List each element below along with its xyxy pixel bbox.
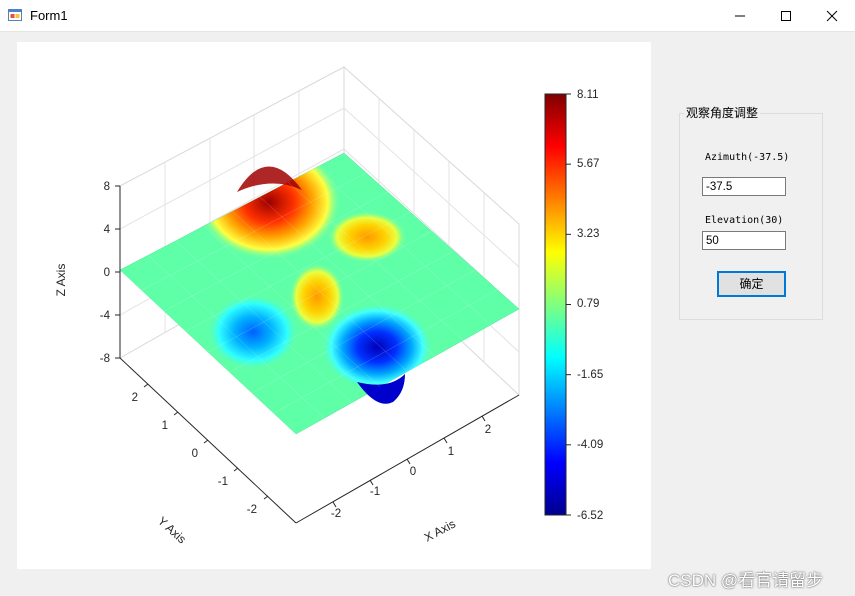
x-tick-label: 0 — [410, 466, 416, 478]
colorbar — [544, 93, 567, 516]
z-axis-title: Z Axis — [54, 264, 68, 297]
z-tick-label: 0 — [104, 267, 110, 279]
maximize-icon — [781, 11, 791, 21]
title-bar: Form1 — [0, 0, 855, 32]
close-button[interactable] — [809, 0, 855, 31]
x-tick-label: 1 — [448, 446, 454, 458]
x-tick-label: 2 — [485, 424, 491, 436]
x-tick-label: -2 — [331, 508, 341, 520]
watermark: CSDN @看官请留步 — [668, 571, 824, 590]
z-tick-label: -8 — [100, 353, 110, 365]
colorbar-tick-label: -4.09 — [577, 439, 603, 451]
y-tick-label: -2 — [247, 504, 257, 516]
colorbar-ticks — [566, 93, 571, 516]
close-icon — [826, 10, 838, 22]
surface-chart-svg: 8 4 0 -4 -8 Z Axis 2 1 0 -1 -2 Y Axis -2… — [54, 65, 603, 547]
maximize-button[interactable] — [763, 0, 809, 31]
elevation-label: Elevation(30) — [705, 215, 784, 226]
minimize-icon — [735, 15, 745, 17]
y-ticks — [143, 383, 269, 500]
z-tick-label: -4 — [100, 310, 111, 322]
app-icon — [8, 9, 22, 21]
colorbar-tick-label: 3.23 — [577, 228, 599, 240]
groupbox-title: 观察角度调整 — [684, 104, 761, 121]
surface-plot: 8 4 0 -4 -8 Z Axis 2 1 0 -1 -2 Y Axis -2… — [17, 42, 651, 569]
z-tick-label: 4 — [104, 224, 111, 236]
colorbar-tick-label: 8.11 — [577, 89, 599, 101]
azimuth-label: Azimuth(-37.5) — [705, 152, 790, 163]
confirm-button[interactable]: 确定 — [717, 271, 786, 297]
colorbar-tick-label: -1.65 — [577, 369, 603, 381]
window-title: Form1 — [30, 8, 68, 23]
azimuth-input[interactable]: -37.5 — [702, 177, 786, 196]
colorbar-tick-label: -6.52 — [577, 510, 603, 522]
y-tick-label: 2 — [132, 392, 138, 404]
colorbar-tick-label: 5.67 — [577, 158, 599, 170]
x-tick-label: -1 — [370, 486, 380, 498]
x-ticks — [332, 415, 486, 508]
y-tick-label: -1 — [218, 476, 228, 488]
y-tick-label: 0 — [192, 448, 198, 460]
y-tick-label: 1 — [162, 420, 168, 432]
colorbar-tick-label: 0.79 — [577, 298, 599, 310]
y-axis-title: Y Axis — [155, 514, 189, 547]
x-axis-title: X Axis — [422, 517, 458, 545]
z-tick-label: 8 — [104, 181, 110, 193]
minimize-button[interactable] — [717, 0, 763, 31]
elevation-input[interactable]: 50 — [702, 231, 786, 250]
z-ticks — [115, 185, 120, 359]
